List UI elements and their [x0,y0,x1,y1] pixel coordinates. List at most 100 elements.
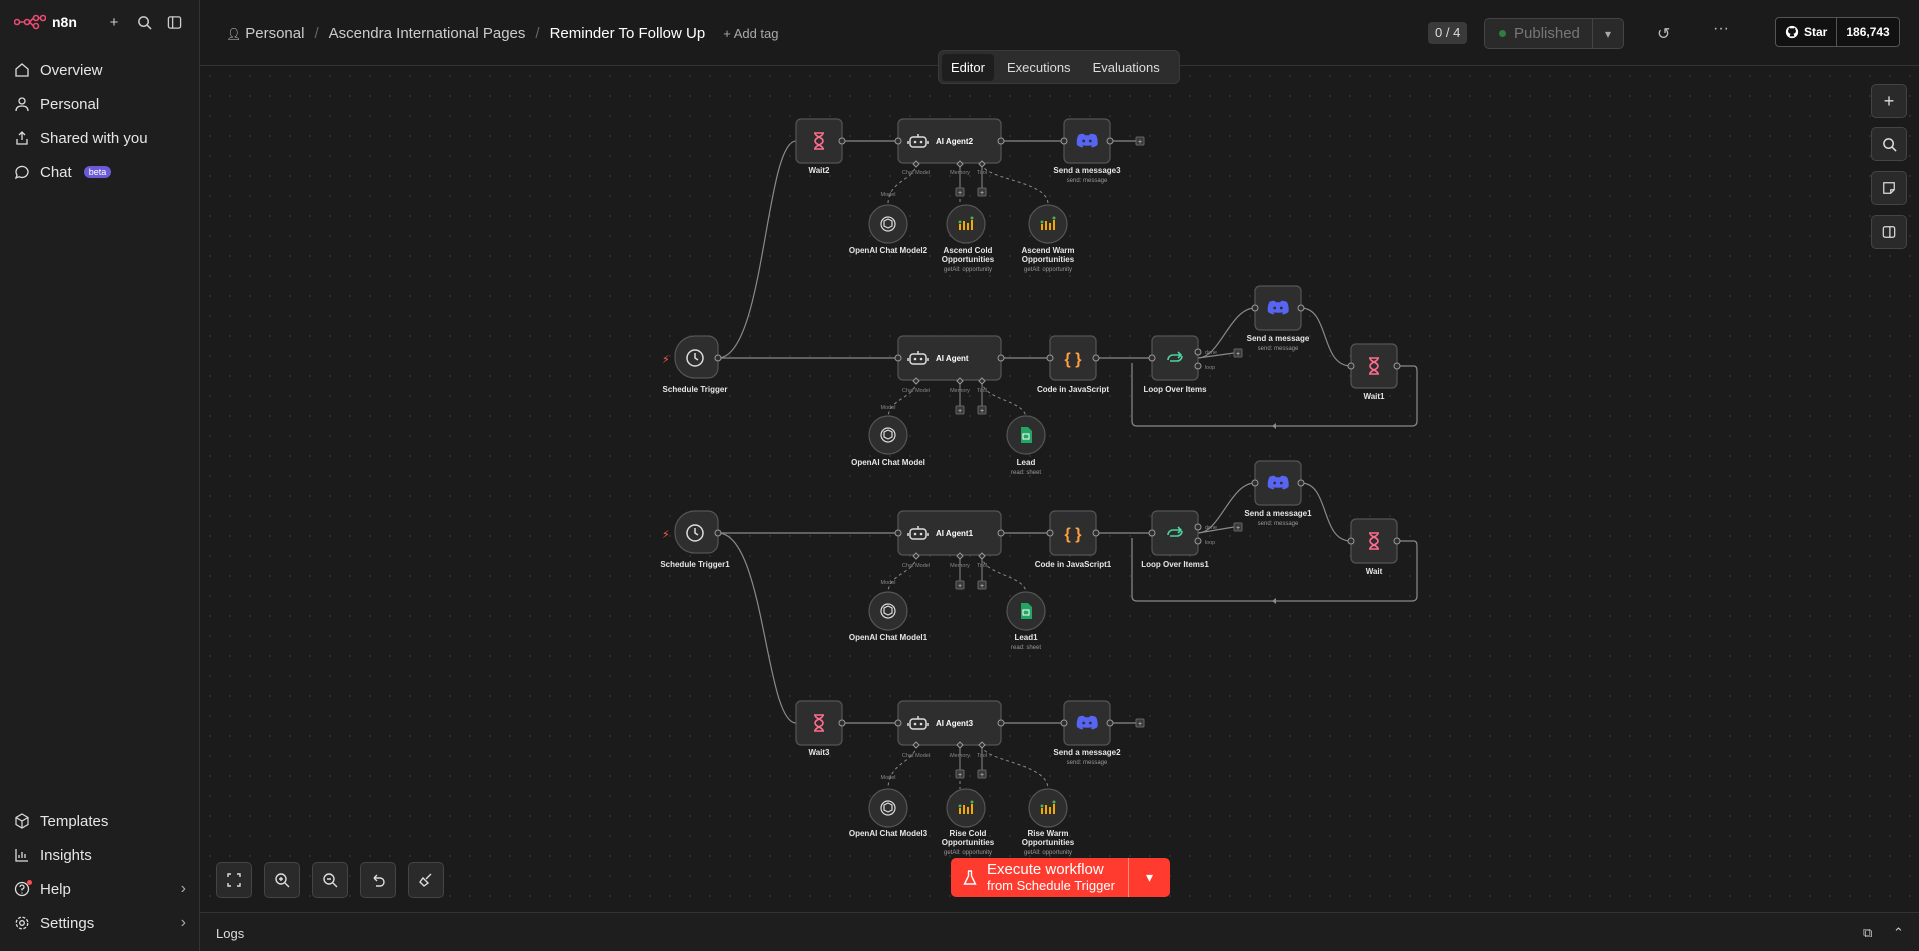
publish-button[interactable]: Published ▾ [1484,18,1624,49]
node-subtitle: getAll: opportunity [944,267,992,273]
node-ascend-warm-line2: Opportunities [1022,255,1075,264]
node-ascend-warm-line1[interactable]: Ascend Warm [1021,246,1074,255]
sidebar-item-label: Insights [40,846,92,864]
toggle-panel-button[interactable] [1871,215,1907,249]
zoom-out-button[interactable] [312,862,348,898]
node-openai-chat-model1[interactable]: OpenAI Chat Model1 [849,633,928,642]
execute-sub: from Schedule Trigger [987,877,1115,893]
svg-text:+: + [958,190,962,197]
more-options-icon[interactable]: ··· [1713,20,1729,38]
node-openai-chat-model[interactable]: OpenAI Chat Model [851,458,925,467]
port-label: Model [881,580,896,586]
node-send-message1[interactable]: Send a message1 [1244,509,1312,518]
collapse-sidebar-icon[interactable] [166,14,182,30]
port-label: Memory [950,563,970,569]
fit-view-button[interactable] [216,862,252,898]
node-loop-over-items1[interactable]: Loop Over Items1 [1141,560,1209,569]
sidebar-item-insights[interactable]: Insights [0,838,200,872]
reset-zoom-button[interactable] [360,862,396,898]
svg-text:+: + [958,583,962,590]
tab-editor[interactable]: Editor [942,53,994,81]
share-icon [16,131,28,145]
node-ai-agent2[interactable]: AI Agent2 [936,137,974,146]
node-wait3[interactable]: Wait3 [808,748,830,757]
node-rise-warm-line2: Opportunities [1022,838,1075,847]
node-openai-chat-model3[interactable]: OpenAI Chat Model3 [849,829,928,838]
logs-label: Logs [216,926,245,941]
sidebar-item-overview[interactable]: Overview [0,53,200,87]
n8n-logo[interactable]: n8n [14,14,77,30]
add-tag-button[interactable]: + Add tag [723,26,778,41]
tidy-up-button[interactable] [408,862,444,898]
node-subtitle: send: message [1258,346,1299,352]
sidebar-item-personal[interactable]: Personal [0,87,200,121]
port-label: Model [881,775,896,781]
node-lead1[interactable]: Lead1 [1014,633,1038,642]
node-rise-warm-line1[interactable]: Rise Warm [1027,829,1068,838]
plus-icon[interactable]: + [106,14,122,31]
chevron-down-icon[interactable]: ▾ [1592,19,1623,48]
node-schedule-trigger[interactable]: Schedule Trigger [663,385,728,394]
node-send-message3[interactable]: Send a message3 [1053,166,1121,175]
sidebar-item-chat[interactable]: Chat beta [0,155,200,189]
port-label: Model [881,192,896,198]
insights-icon [15,849,28,862]
tab-executions[interactable]: Executions [998,54,1080,81]
github-icon [1785,25,1799,39]
sidebar-item-settings[interactable]: Settings › [0,906,200,940]
workflow-name[interactable]: Reminder To Follow Up [550,25,706,42]
popout-icon[interactable]: ⧉ [1863,925,1872,941]
breadcrumb-personal[interactable]: Personal [245,25,304,42]
breadcrumb-separator: / [314,25,319,42]
node-rise-cold-line1[interactable]: Rise Cold [950,829,987,838]
node-openai-chat-model2[interactable]: OpenAI Chat Model2 [849,246,928,255]
execute-label: Execute workflow [987,860,1104,878]
history-icon[interactable]: ↺ [1657,24,1670,44]
node-ai-agent3[interactable]: AI Agent3 [936,719,974,728]
flask-icon [963,869,977,885]
logs-panel[interactable]: Logs ⧉ ⌃ [200,912,1919,951]
code-icon: { } [1065,526,1082,543]
chevron-down-icon[interactable]: ▾ [1128,858,1170,897]
sidebar-item-label: Personal [40,95,100,113]
search-icon[interactable] [136,14,152,30]
search-nodes-button[interactable] [1871,127,1907,161]
node-send-message[interactable]: Send a message [1247,334,1310,343]
breadcrumb: 👤︎ Personal / Ascendra International Pag… [226,25,779,42]
workflow-counter[interactable]: 0 / 4 [1428,22,1468,44]
node-ai-agent[interactable]: AI Agent [936,354,969,363]
node-schedule-trigger1[interactable]: Schedule Trigger1 [660,560,730,569]
workflow-canvas[interactable]: + + + + + + + + + + + + { } {} ⚡︎ ⚡︎ AI… [200,66,1919,912]
tab-evaluations[interactable]: Evaluations [1084,54,1169,81]
node-subtitle: send: message [1258,521,1299,527]
breadcrumb-folder[interactable]: Ascendra International Pages [329,25,526,42]
add-node-button[interactable]: + [1871,84,1907,118]
svg-text:+: + [980,772,984,779]
node-send-message2[interactable]: Send a message2 [1053,748,1121,757]
node-lead[interactable]: Lead [1017,458,1036,467]
github-star-button[interactable]: Star 186,743 [1775,17,1900,47]
node-loop-over-items[interactable]: Loop Over Items [1143,385,1207,394]
node-wait[interactable]: Wait [1366,567,1383,576]
node-ascend-cold-line1[interactable]: Ascend Cold [944,246,993,255]
chevron-right-icon: › [180,914,186,931]
chevron-up-icon[interactable]: ⌃ [1893,925,1904,941]
sidebar-item-label: Help [40,880,71,898]
sidebar-item-shared[interactable]: Shared with you [0,121,200,155]
publish-label: Published [1514,25,1580,42]
node-wait2[interactable]: Wait2 [808,166,830,175]
zoom-in-button[interactable] [264,862,300,898]
sidebar-item-help[interactable]: Help › [0,872,200,906]
search-icon [1882,137,1897,152]
node-ai-agent1[interactable]: AI Agent1 [936,529,974,538]
port-label: Memory [950,753,970,759]
execute-workflow-button[interactable]: Execute workflow from Schedule Trigger ▾ [951,858,1170,897]
node-code-js[interactable]: Code in JavaScript [1037,385,1109,394]
port-label: Memory [950,388,970,394]
sidebar-item-templates[interactable]: Templates [0,804,200,838]
node-code-js1[interactable]: Code in JavaScript1 [1035,560,1112,569]
fit-view-icon [227,873,241,887]
port-label: Tool [977,170,987,176]
sticky-note-button[interactable] [1871,171,1907,205]
node-wait1[interactable]: Wait1 [1363,392,1385,401]
